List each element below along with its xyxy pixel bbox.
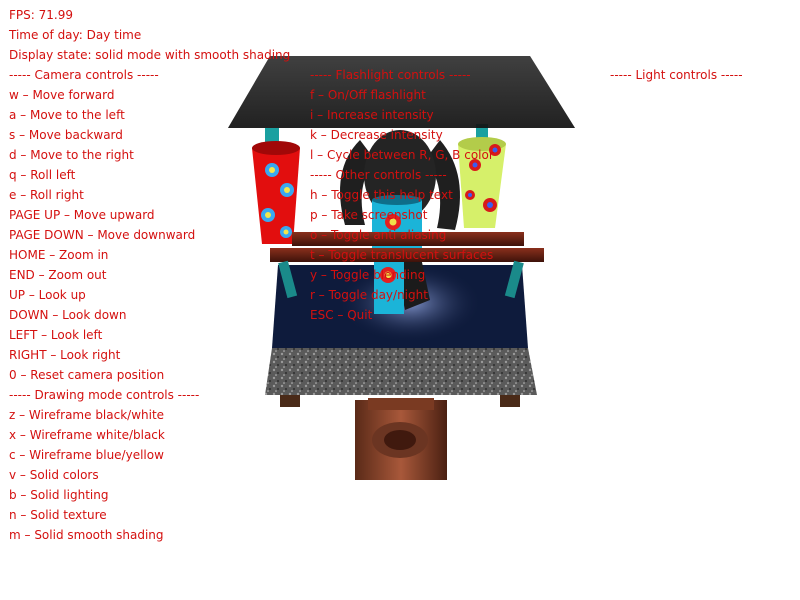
help-text-line: PAGE DOWN – Move downward xyxy=(9,228,196,242)
help-text-line: 0 – Reset camera position xyxy=(9,368,165,382)
help-text-line: Time of day: Day time xyxy=(9,28,142,42)
help-text-line: m – Solid smooth shading xyxy=(9,528,164,542)
help-text-line: v – Solid colors xyxy=(9,468,99,482)
help-section-header: ----- Other controls ----- xyxy=(310,168,447,182)
help-text-line: PAGE UP – Move upward xyxy=(9,208,155,222)
help-text-line: w – Move forward xyxy=(9,88,115,102)
help-text-line: s – Move backward xyxy=(9,128,123,142)
help-text-line: i – Increase intensity xyxy=(310,108,434,122)
help-text-line: r – Toggle day/night xyxy=(310,288,428,302)
help-text-line: t – Toggle translucent surfaces xyxy=(310,248,494,262)
help-text-line: Display state: solid mode with smooth sh… xyxy=(9,48,291,62)
help-text-line: b – Solid lighting xyxy=(9,488,109,502)
help-text-line: k – Decrease intensity xyxy=(310,128,443,142)
help-text-line: n – Solid texture xyxy=(9,508,107,522)
help-text-line: d – Move to the right xyxy=(9,148,134,162)
help-text-line: l – Cycle between R, G, B color xyxy=(310,148,494,162)
help-text-line: UP – Look up xyxy=(9,288,86,302)
help-text-line: c – Wireframe blue/yellow xyxy=(9,448,164,462)
help-text-line: y – Toggle blending xyxy=(310,268,426,282)
red-vase xyxy=(252,128,300,244)
help-text-line: HOME – Zoom in xyxy=(9,248,109,262)
help-section-header: ----- Drawing mode controls ----- xyxy=(9,388,200,402)
help-text-line: q – Roll left xyxy=(9,168,76,182)
help-text-line: z – Wireframe black/white xyxy=(9,408,165,422)
help-text-line: p – Take screenshot xyxy=(310,208,428,222)
help-text-line: f – On/Off flashlight xyxy=(310,88,426,102)
help-section-header: ----- Flashlight controls ----- xyxy=(310,68,471,82)
green-vase xyxy=(458,124,506,228)
help-text-line: DOWN – Look down xyxy=(9,308,127,322)
help-text-line: END – Zoom out xyxy=(9,268,107,282)
help-text-line: FPS: 71.99 xyxy=(9,8,73,22)
help-text-line: o – Toggle anti aliasing xyxy=(310,228,447,242)
help-text-line: RIGHT – Look right xyxy=(9,348,121,362)
help-text-line: x – Wireframe white/black xyxy=(9,428,165,442)
pedestal xyxy=(355,398,447,480)
render-viewport[interactable]: FPS: 71.99 Time of day: Day time Display s… xyxy=(0,0,800,600)
help-text-line: h – Toggle this help text xyxy=(310,188,453,202)
help-section-header: ----- Camera controls ----- xyxy=(9,68,159,82)
help-text-line: a – Move to the left xyxy=(9,108,125,122)
help-section-header: ----- Light controls ----- xyxy=(610,68,743,82)
help-text-line: LEFT – Look left xyxy=(9,328,103,342)
help-text-line: ESC – Quit xyxy=(310,308,373,322)
help-text-line: e – Roll right xyxy=(9,188,84,202)
